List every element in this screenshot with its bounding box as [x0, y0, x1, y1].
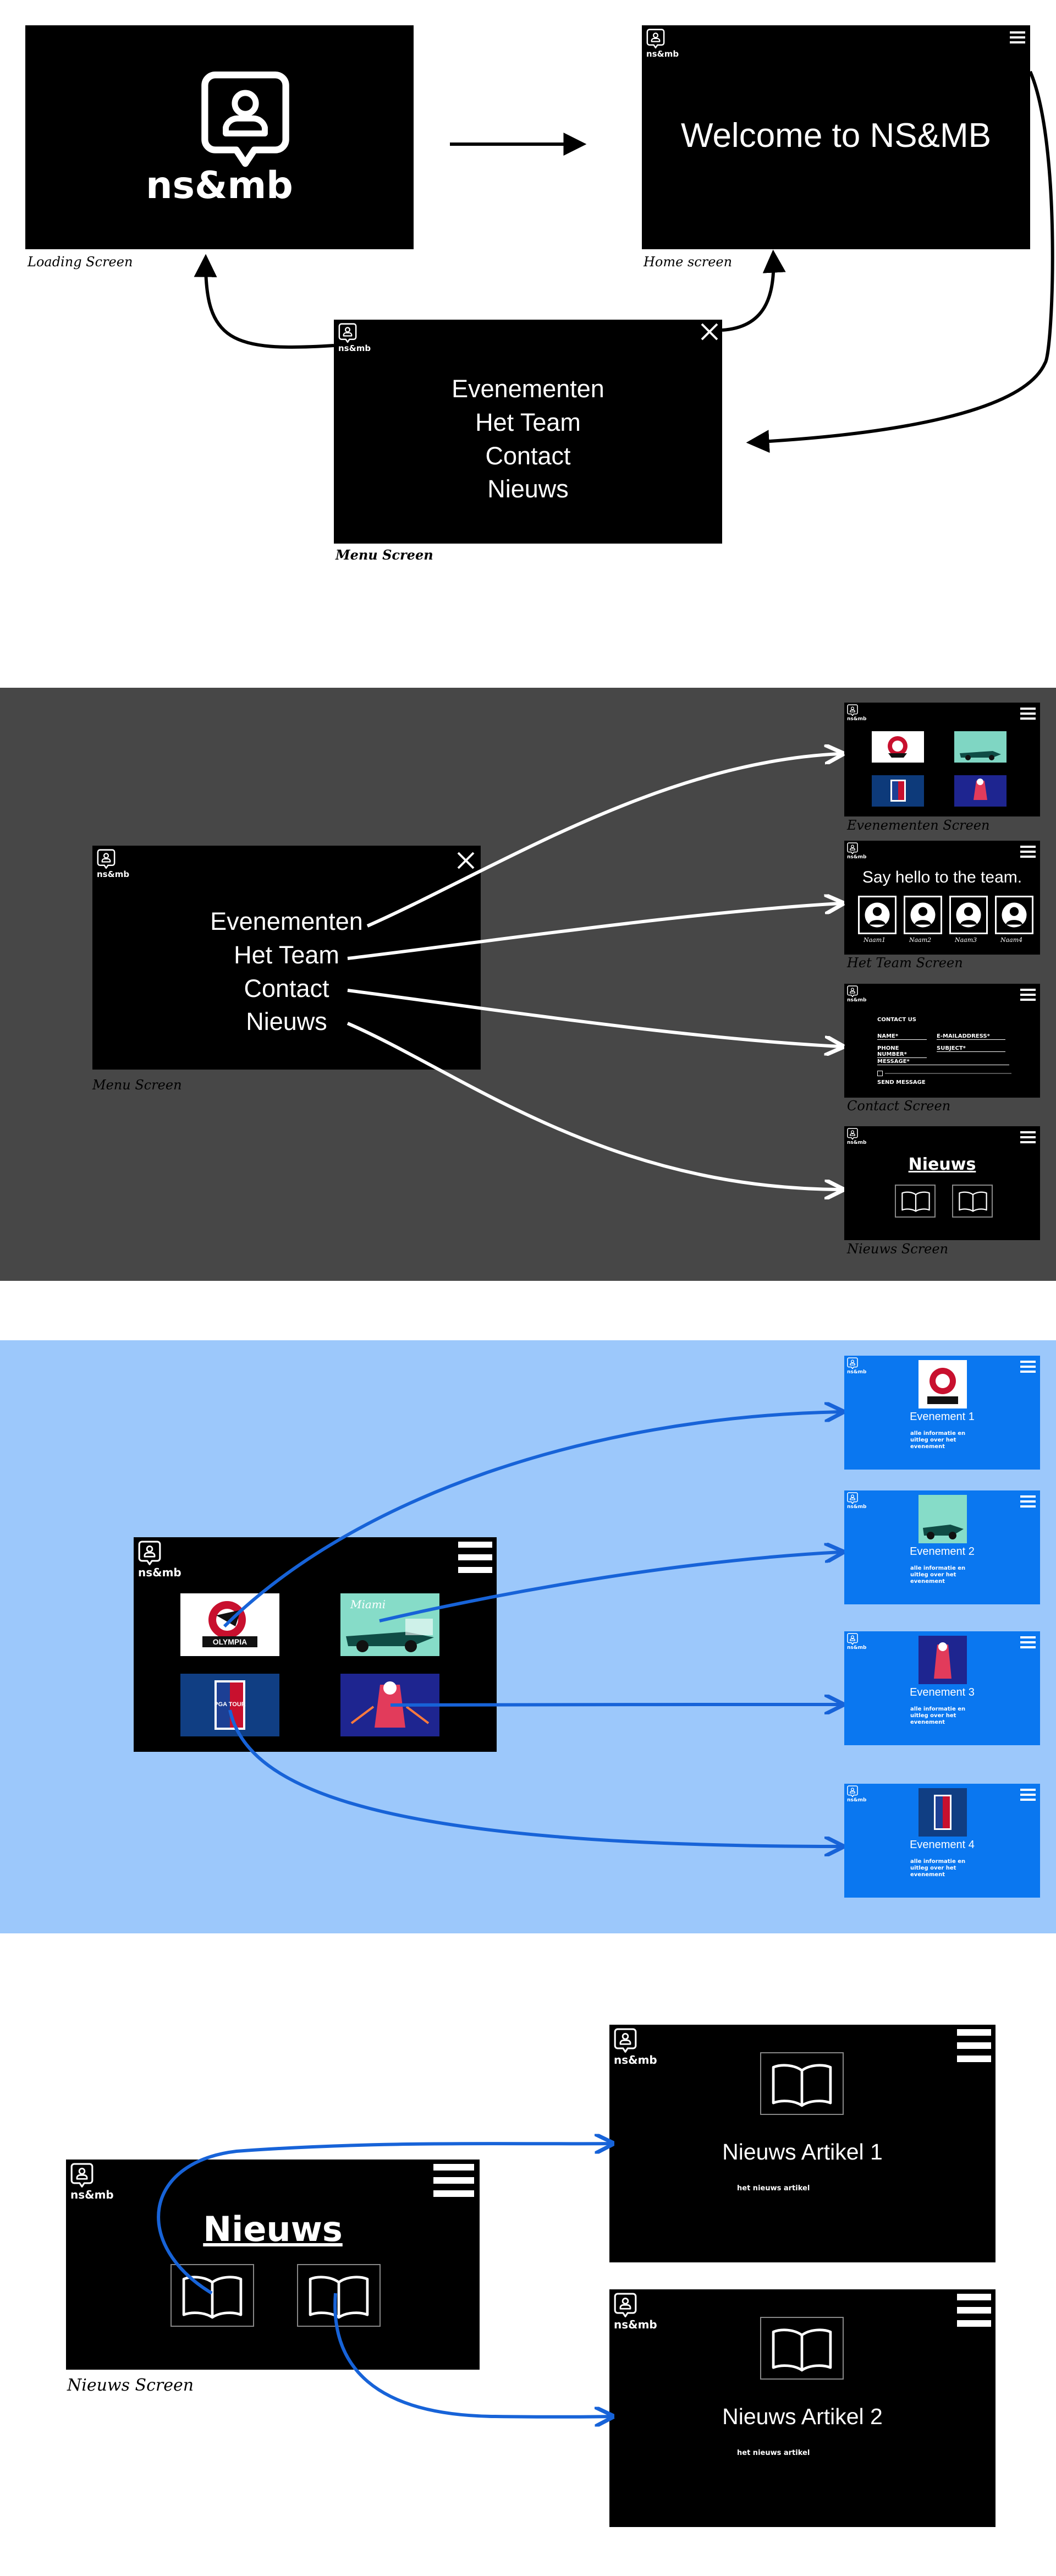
article-title: Nieuws Artikel 2 [722, 2404, 883, 2429]
section-evenementen: ns&mb OLYMPIA Miami PGA TOUR ns&mb Evene… [0, 1340, 1056, 1933]
menu-icon[interactable] [956, 2293, 992, 2329]
article-text: het nieuws artikel [737, 2184, 810, 2193]
arrow-to-event-4 [228, 1709, 840, 1846]
nieuws-brand: ns&mb [70, 2188, 114, 2201]
arrow-to-event-1 [223, 1412, 840, 1628]
nieuws-title: Nieuws [203, 2209, 343, 2249]
article-image [760, 2052, 844, 2115]
article-logo: ns&mb [614, 2293, 657, 2331]
book-icon [180, 2273, 245, 2319]
section2-arrows [346, 688, 1056, 1281]
section1-arrows [194, 70, 1054, 453]
article-logo: ns&mb [614, 2028, 657, 2067]
arrow-to-event-3 [390, 1704, 840, 1705]
app-logo-icon [70, 2163, 94, 2188]
arrow-menu-to-home [722, 249, 786, 332]
arrow-to-evenementen [366, 754, 840, 928]
arrow-to-contact [347, 989, 840, 1046]
section3-arrows [223, 1340, 1056, 1933]
article-thumb-2[interactable] [297, 2264, 381, 2327]
article-title: Nieuws Artikel 1 [722, 2139, 883, 2164]
article-brand: ns&mb [614, 2318, 657, 2331]
app-logo-icon [614, 2028, 637, 2053]
arrow-to-nieuws [346, 1022, 840, 1190]
menu-icon[interactable] [432, 2163, 475, 2199]
article-image [760, 2317, 844, 2380]
arrow-home-to-menu [746, 70, 1054, 453]
article-screen-1: ns&mb Nieuws Artikel 1 het nieuws artike… [609, 2025, 996, 2262]
book-icon [306, 2273, 371, 2319]
book-icon [769, 2326, 834, 2372]
app-logo-icon [614, 2293, 637, 2318]
nieuws-logo: ns&mb [70, 2163, 114, 2201]
book-icon [769, 2061, 834, 2107]
article-text: het nieuws artikel [737, 2449, 810, 2457]
nieuws-screen-4-caption: Nieuws Screen [67, 2376, 194, 2395]
arrow-to-team [347, 903, 840, 960]
menu-icon[interactable] [956, 2028, 992, 2064]
article-brand: ns&mb [614, 2053, 657, 2067]
article-screen-2: ns&mb Nieuws Artikel 2 het nieuws artike… [609, 2289, 996, 2527]
article-thumb-1[interactable] [170, 2264, 254, 2327]
arrow-to-event-2 [379, 1552, 840, 1623]
section-menu-navigation: ns&mb Evenementen Het Team Contact Nieuw… [0, 688, 1056, 1281]
arrow-menu-to-loading [194, 254, 334, 349]
nieuws-screen: ns&mb Nieuws [66, 2160, 480, 2370]
